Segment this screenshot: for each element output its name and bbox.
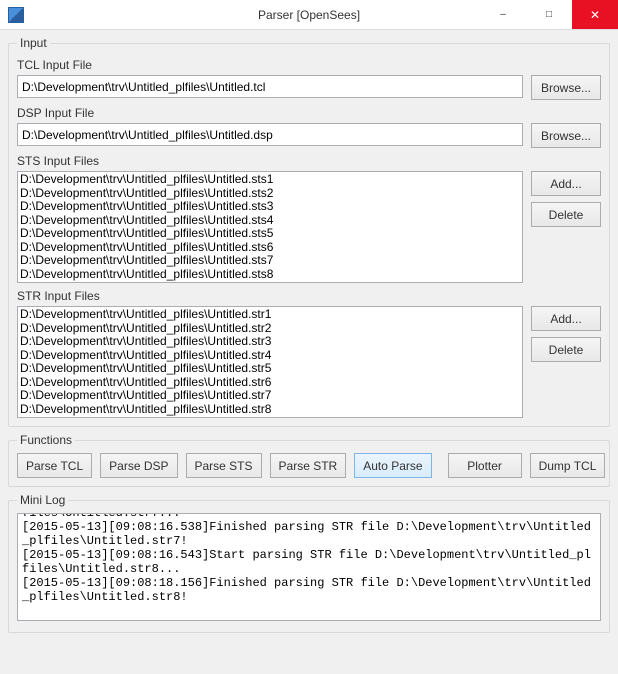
plotter-button[interactable]: Plotter [448, 453, 522, 478]
parse-tcl-button[interactable]: Parse TCL [17, 453, 92, 478]
dsp-label: DSP Input File [17, 106, 601, 120]
list-item[interactable]: D:\Development\trv\Untitled_plfiles\Unti… [20, 322, 520, 336]
list-item[interactable]: D:\Development\trv\Untitled_plfiles\Unti… [20, 254, 520, 268]
str-label: STR Input Files [17, 289, 601, 303]
auto-parse-button[interactable]: Auto Parse [354, 453, 431, 478]
list-item[interactable]: D:\Development\trv\Untitled_plfiles\Unti… [20, 376, 520, 390]
dsp-input[interactable] [17, 123, 523, 146]
tcl-label: TCL Input File [17, 58, 601, 72]
list-item[interactable]: D:\Development\trv\Untitled_plfiles\Unti… [20, 335, 520, 349]
parse-str-button[interactable]: Parse STR [270, 453, 347, 478]
str-delete-button[interactable]: Delete [531, 337, 601, 362]
list-item[interactable]: D:\Development\trv\Untitled_plfiles\Unti… [20, 241, 520, 255]
list-item[interactable]: D:\Development\trv\Untitled_plfiles\Unti… [20, 349, 520, 363]
sts-add-button[interactable]: Add... [531, 171, 601, 196]
maximize-button[interactable]: □ [526, 0, 572, 29]
list-item[interactable]: D:\Development\trv\Untitled_plfiles\Unti… [20, 362, 520, 376]
list-item[interactable]: D:\Development\trv\Untitled_plfiles\Unti… [20, 173, 520, 187]
input-legend: Input [17, 36, 50, 50]
list-item[interactable]: D:\Development\trv\Untitled_plfiles\Unti… [20, 227, 520, 241]
parse-dsp-button[interactable]: Parse DSP [100, 453, 177, 478]
list-item[interactable]: D:\Development\trv\Untitled_plfiles\Unti… [20, 389, 520, 403]
close-button[interactable]: ✕ [572, 0, 618, 29]
list-item[interactable]: D:\Development\trv\Untitled_plfiles\Unti… [20, 403, 520, 417]
list-item[interactable]: D:\Development\trv\Untitled_plfiles\Unti… [20, 187, 520, 201]
functions-legend: Functions [17, 433, 75, 447]
list-item[interactable]: D:\Development\trv\Untitled_plfiles\Unti… [20, 268, 520, 282]
parse-sts-button[interactable]: Parse STS [186, 453, 262, 478]
titlebar[interactable]: Parser [OpenSees] – □ ✕ [0, 0, 618, 30]
minimize-button[interactable]: – [480, 0, 526, 29]
input-group: Input TCL Input File Browse... DSP Input… [8, 36, 610, 427]
sts-listbox[interactable]: D:\Development\trv\Untitled_plfiles\Unti… [17, 171, 523, 283]
tcl-input[interactable] [17, 75, 523, 98]
str-listbox[interactable]: D:\Development\trv\Untitled_plfiles\Unti… [17, 306, 523, 418]
log-textarea[interactable] [17, 513, 601, 621]
tcl-browse-button[interactable]: Browse... [531, 75, 601, 100]
list-item[interactable]: D:\Development\trv\Untitled_plfiles\Unti… [20, 200, 520, 214]
dsp-browse-button[interactable]: Browse... [531, 123, 601, 148]
app-icon [8, 7, 24, 23]
log-group: Mini Log [8, 493, 610, 633]
str-add-button[interactable]: Add... [531, 306, 601, 331]
sts-label: STS Input Files [17, 154, 601, 168]
window-controls: – □ ✕ [480, 0, 618, 29]
list-item[interactable]: D:\Development\trv\Untitled_plfiles\Unti… [20, 214, 520, 228]
functions-group: Functions Parse TCL Parse DSP Parse STS … [8, 433, 610, 487]
log-legend: Mini Log [17, 493, 68, 507]
list-item[interactable]: D:\Development\trv\Untitled_plfiles\Unti… [20, 308, 520, 322]
dump-tcl-button[interactable]: Dump TCL [530, 453, 606, 478]
sts-delete-button[interactable]: Delete [531, 202, 601, 227]
